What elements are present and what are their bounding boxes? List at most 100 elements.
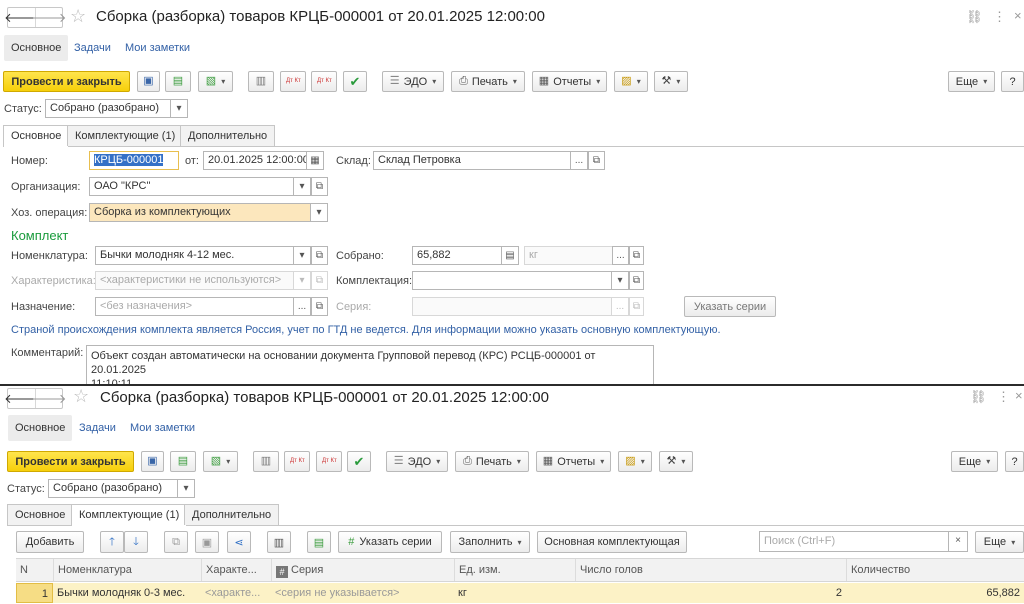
warehouse-select-button[interactable]: ... (570, 151, 588, 170)
row-heads[interactable]: 2 (575, 583, 846, 603)
col-unit[interactable]: Ед. изм. (454, 559, 575, 581)
create-based-on-button[interactable]: ▧ ▾ (198, 71, 233, 92)
form-tab-additional[interactable]: Дополнительно (180, 125, 276, 146)
main-component-button[interactable]: Основная комплектующая (537, 531, 687, 553)
series-open-button[interactable]: ⧉ (629, 297, 644, 316)
row-characteristic[interactable]: <характе... (201, 583, 271, 603)
col-n[interactable]: N (16, 559, 53, 581)
org-field[interactable]: ОАО "КРС" (89, 177, 294, 196)
fill-button[interactable]: Заполнить ▾ (450, 531, 530, 553)
copy-row-button[interactable]: ⧉ (164, 531, 188, 553)
characteristic-open-button[interactable]: ⧉ (311, 271, 328, 290)
barcode-button[interactable]: ▥ (267, 531, 291, 553)
unit-open-button[interactable]: ⧉ (629, 246, 644, 265)
row-nomenclature[interactable]: Бычки молодняк 0-3 мес. (53, 583, 201, 603)
post-and-close-button-2[interactable]: Провести и закрыть (7, 451, 134, 472)
org-dropdown-button[interactable]: ▾ (293, 177, 311, 196)
col-nomenclature[interactable]: Номенклатура (53, 559, 201, 581)
unit-select-button[interactable]: ... (612, 246, 629, 265)
nomenclature-dropdown-button[interactable]: ▾ (293, 246, 311, 265)
reports-button-2[interactable]: ▦ Отчеты ▾ (536, 451, 611, 472)
date-field[interactable]: 20.01.2025 12:00:00 (203, 151, 307, 170)
more-vert-icon-2[interactable]: ⋮ (997, 389, 1010, 405)
warehouse-field[interactable]: Склад Петровка (373, 151, 571, 170)
row-series[interactable]: <серия не указывается> (271, 583, 454, 603)
link-icon[interactable]: ⛓ (966, 9, 983, 25)
tools-button-2[interactable]: ⚒ ▾ (659, 451, 693, 472)
tab-my-notes-2[interactable]: Мои заметки (123, 415, 202, 441)
more-button[interactable]: Еще ▾ (948, 71, 995, 92)
row-quantity[interactable]: 65,882 (846, 583, 1024, 603)
close-icon[interactable]: × (1014, 8, 1022, 23)
attachments-button-2[interactable]: ▨ ▾ (618, 451, 652, 472)
clear-search-button[interactable]: × (948, 531, 968, 552)
more-vert-icon[interactable]: ⋮ (993, 9, 1006, 25)
unit-field[interactable]: кг (524, 246, 613, 265)
characteristic-dropdown-button[interactable]: ▾ (293, 271, 311, 290)
form-tab-additional-2[interactable]: Дополнительно (184, 504, 280, 525)
status-select[interactable]: Собрано (разобрано) (45, 99, 171, 118)
col-heads[interactable]: Число голов (575, 559, 846, 581)
calculator-button[interactable]: ▤ (501, 246, 519, 265)
attachments-button[interactable]: ▨ ▾ (614, 71, 648, 92)
help-button[interactable]: ? (1001, 71, 1024, 92)
form-tab-main-2[interactable]: Основное (7, 504, 74, 525)
check-button[interactable]: ✔ (343, 71, 367, 92)
nomenclature-field[interactable]: Бычки молодняк 4-12 мес. (95, 246, 294, 265)
nomenclature-open-button[interactable]: ⧉ (311, 246, 328, 265)
form-tab-components[interactable]: Комплектующие (1) (67, 125, 184, 146)
series-field[interactable] (412, 297, 612, 316)
move-down-button[interactable]: 🡓 (124, 531, 148, 553)
purpose-field[interactable]: <без назначения> (95, 297, 294, 316)
warehouse-open-button[interactable]: ⧉ (588, 151, 605, 170)
link-icon-2[interactable]: ⛓ (970, 389, 987, 405)
tab-main-section[interactable]: Основное (4, 35, 69, 61)
favorite-star-icon-2[interactable]: ☆ (73, 387, 89, 405)
dt-kt-button-2[interactable]: Дт Кт (284, 451, 310, 472)
status-dropdown-button[interactable]: ▾ (170, 99, 188, 118)
col-quantity[interactable]: Количество (846, 559, 1024, 581)
purpose-open-button[interactable]: ⧉ (311, 297, 328, 316)
check-button-2[interactable]: ✔ (347, 451, 371, 472)
pick-items-button[interactable]: ▤ (307, 531, 331, 553)
tools-button[interactable]: ⚒ ▾ (654, 71, 688, 92)
status-dropdown-button-2[interactable]: ▾ (177, 479, 195, 498)
edo-button-2[interactable]: ☰ ЭДО ▾ (386, 451, 448, 472)
tab-my-notes[interactable]: Мои заметки (118, 35, 197, 61)
specify-series-button[interactable]: Указать серии (684, 296, 776, 317)
calendar-button[interactable]: ▦ (306, 151, 324, 170)
dt-kt-alt-button[interactable]: Дт Кт (311, 71, 337, 92)
table-row[interactable]: 1 Бычки молодняк 0-3 мес. <характе... <с… (16, 583, 1024, 603)
forward-button-2[interactable]: 🡒 (32, 389, 66, 408)
tab-tasks-2[interactable]: Задачи (72, 415, 123, 441)
tab-main-section-2[interactable]: Основное (8, 415, 73, 441)
dt-kt-alt-button-2[interactable]: Дт Кт (316, 451, 342, 472)
table-more-button[interactable]: Еще ▾ (975, 531, 1024, 553)
kitting-field[interactable] (412, 271, 612, 290)
reports-button[interactable]: ▦ Отчеты ▾ (532, 71, 607, 92)
status-select-2[interactable]: Собрано (разобрано) (48, 479, 178, 498)
col-characteristic[interactable]: Характе... (201, 559, 271, 581)
post-button[interactable]: ▤ (165, 71, 191, 92)
specify-series-table-button[interactable]: # Указать серии (338, 531, 442, 553)
split-row-button[interactable]: ⋖ (227, 531, 251, 553)
help-button-2[interactable]: ? (1005, 451, 1024, 472)
save-button-2[interactable]: ▣ (141, 451, 164, 472)
characteristic-field[interactable]: <характеристики не используются> (95, 271, 294, 290)
journal-button[interactable]: ▥ (248, 71, 274, 92)
forward-button[interactable]: 🡒 (32, 8, 66, 27)
number-field[interactable]: КРЦБ-000001 (89, 151, 179, 170)
operation-field[interactable]: Сборка из комплектующих (89, 203, 311, 222)
form-tab-main[interactable]: Основное (3, 125, 70, 147)
move-up-button[interactable]: 🡑 (100, 531, 124, 553)
operation-dropdown-button[interactable]: ▾ (310, 203, 328, 222)
journal-button-2[interactable]: ▥ (253, 451, 279, 472)
kitting-dropdown-button[interactable]: ▾ (611, 271, 629, 290)
favorite-star-icon[interactable]: ☆ (70, 7, 86, 25)
col-series[interactable]: # Серия (271, 559, 454, 581)
series-select-button[interactable]: ... (611, 297, 629, 316)
tab-tasks[interactable]: Задачи (67, 35, 118, 61)
edo-button[interactable]: ☰ ЭДО ▾ (382, 71, 444, 92)
form-tab-components-2[interactable]: Комплектующие (1) (71, 504, 188, 526)
add-row-button[interactable]: Добавить (16, 531, 84, 553)
